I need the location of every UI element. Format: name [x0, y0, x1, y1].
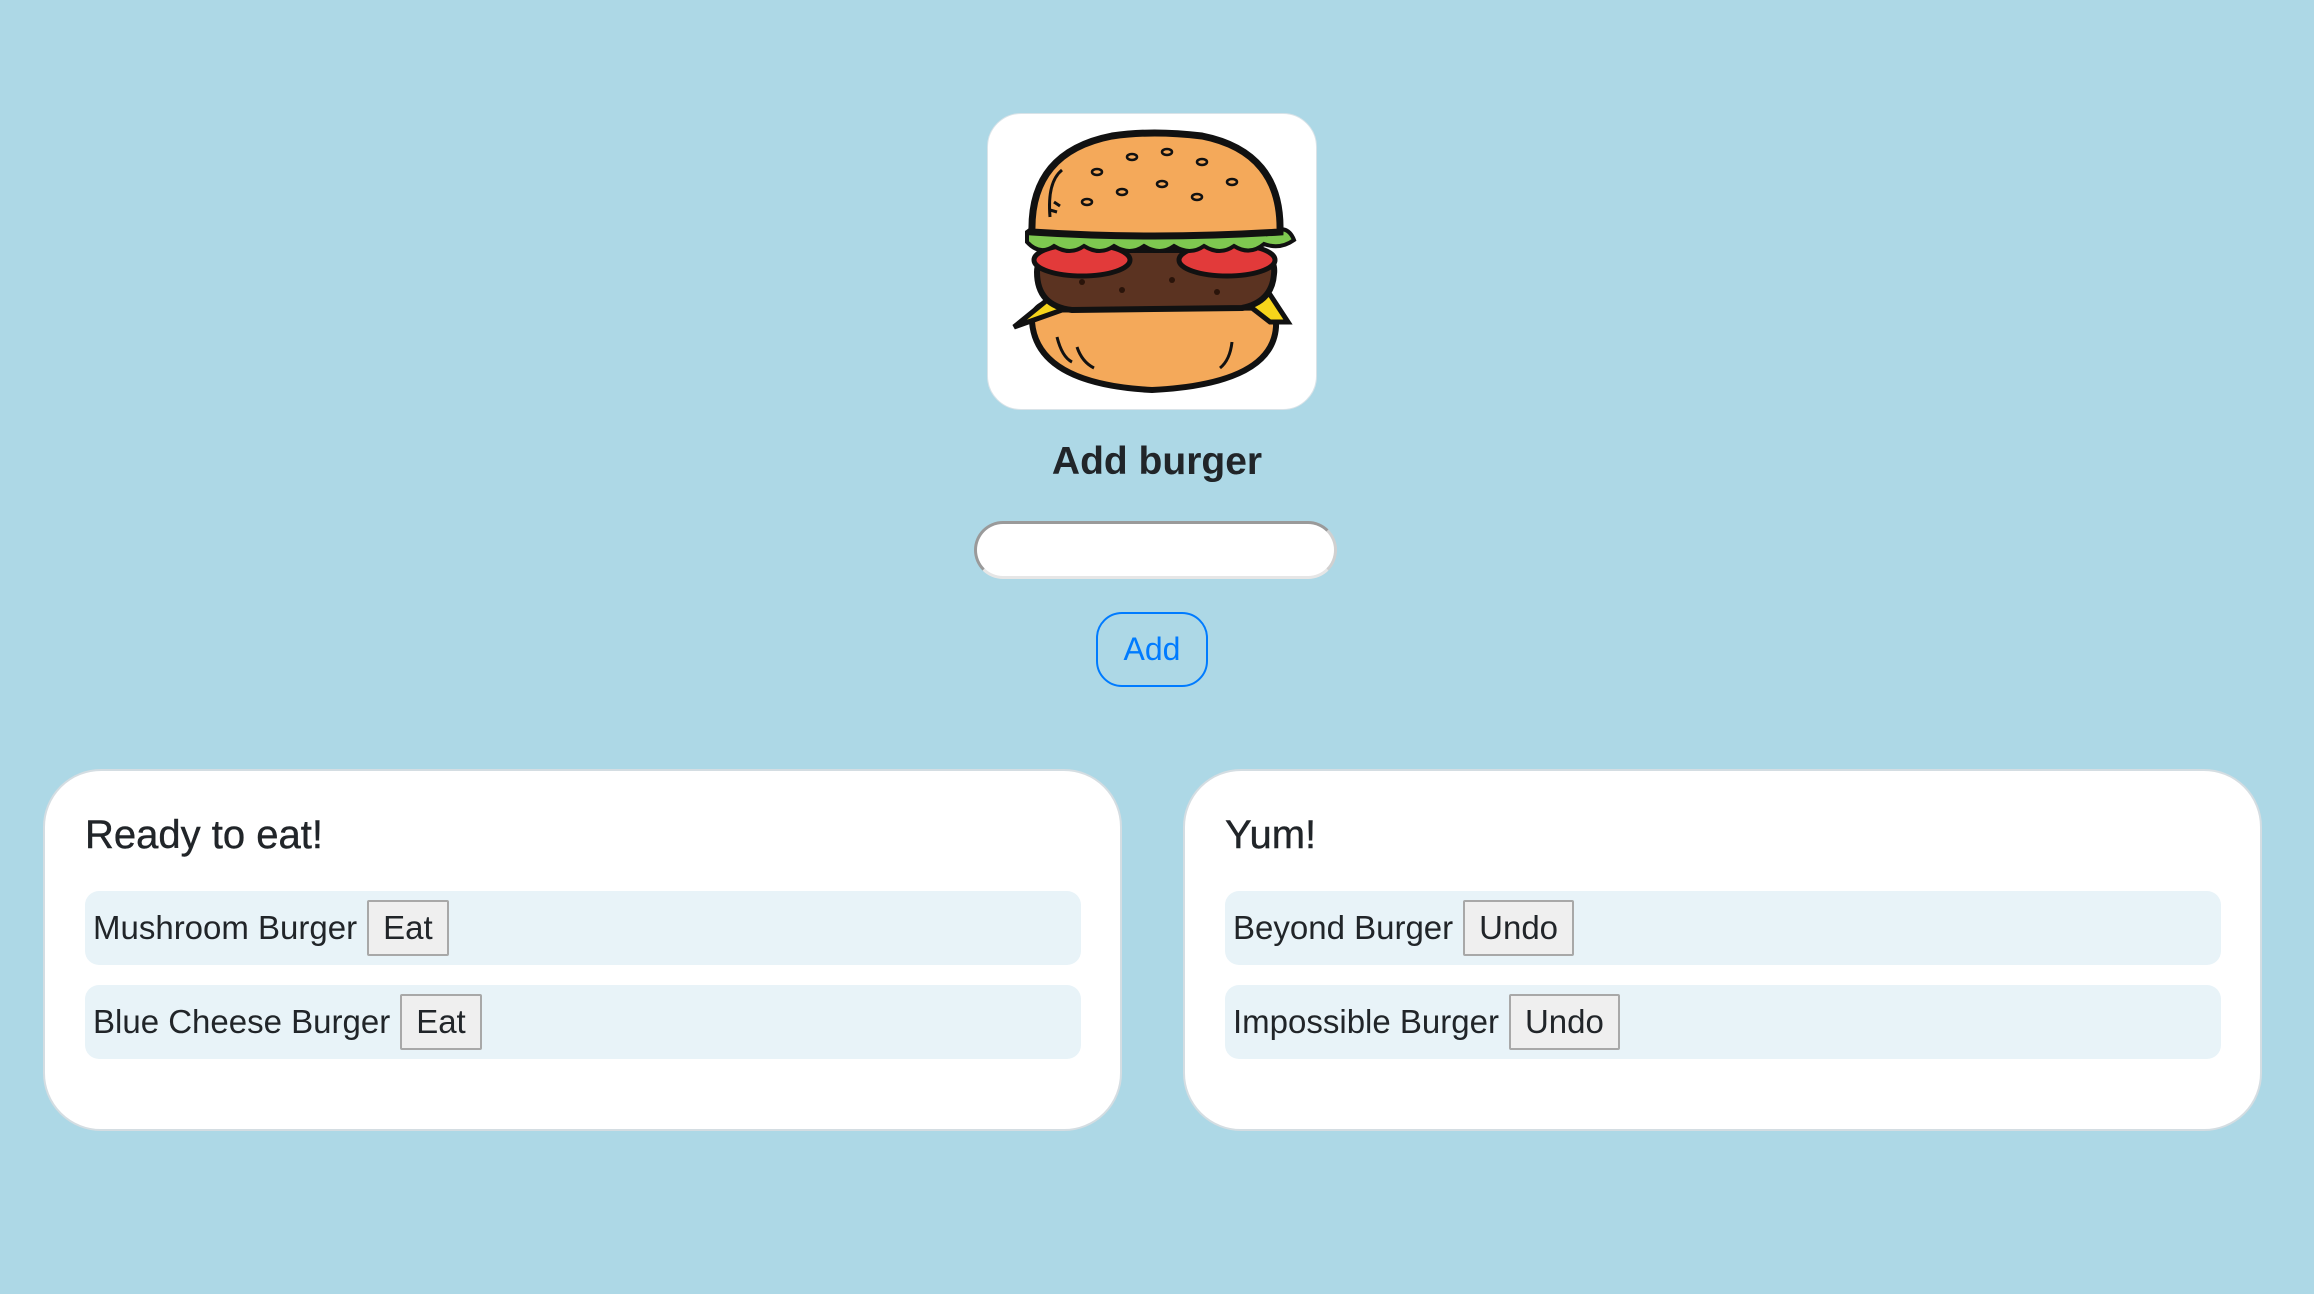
- undo-button[interactable]: Undo: [1463, 900, 1575, 956]
- eat-button[interactable]: Eat: [367, 900, 449, 956]
- burger-list-item: Blue Cheese Burger Eat: [85, 985, 1081, 1059]
- ready-panel-title: Ready to eat!: [85, 813, 323, 857]
- eat-button[interactable]: Eat: [400, 994, 482, 1050]
- logo-card: [987, 113, 1317, 410]
- burger-icon: [1012, 129, 1297, 393]
- add-burger-title: Add burger: [1051, 440, 1263, 483]
- burger-list-item: Mushroom Burger Eat: [85, 891, 1081, 965]
- burger-name: Mushroom Burger: [93, 909, 358, 946]
- ready-burger-list: Mushroom Burger Eat Blue Cheese Burger E…: [85, 891, 1081, 1079]
- eaten-burger-list: Beyond Burger Undo Impossible Burger Und…: [1225, 891, 2221, 1079]
- burger-name: Impossible Burger: [1233, 1003, 1499, 1040]
- burger-name: Beyond Burger: [1233, 909, 1454, 946]
- burger-name: Blue Cheese Burger: [93, 1003, 391, 1040]
- eaten-panel: Yum! Beyond Burger Undo Impossible Burge…: [1183, 769, 2262, 1131]
- undo-button[interactable]: Undo: [1508, 994, 1620, 1050]
- eaten-panel-title: Yum!: [1225, 813, 1317, 857]
- ready-to-eat-panel: Ready to eat! Mushroom Burger Eat Blue C…: [43, 769, 1122, 1131]
- burger-list-item: Beyond Burger Undo: [1225, 891, 2221, 965]
- burger-name-input[interactable]: [974, 521, 1337, 579]
- add-button[interactable]: Add: [1096, 612, 1208, 687]
- burger-list-item: Impossible Burger Undo: [1225, 985, 2221, 1059]
